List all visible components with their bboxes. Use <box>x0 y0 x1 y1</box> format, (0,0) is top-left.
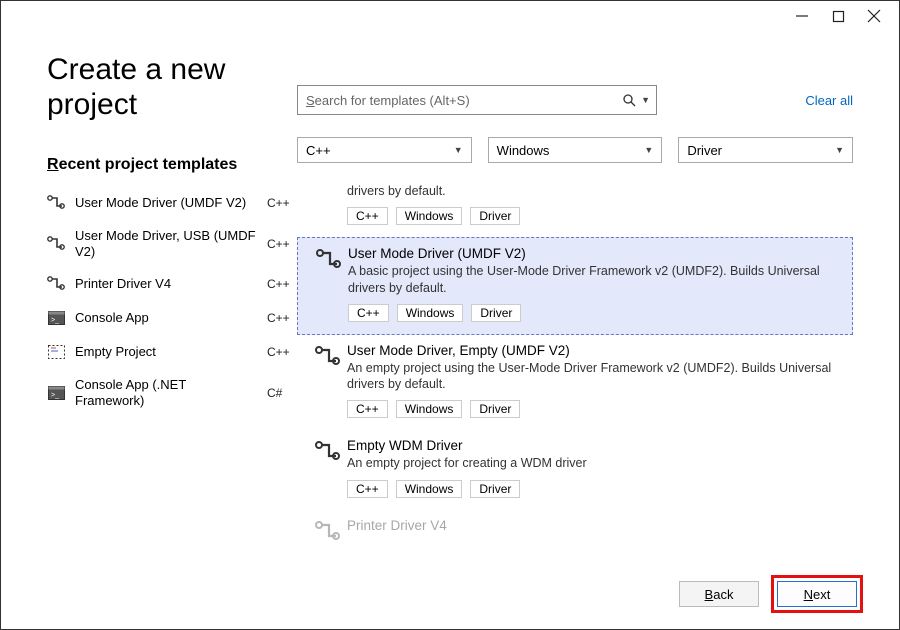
highlight-annotation: Next <box>771 575 863 613</box>
recent-item-label: Console App (.NET Framework) <box>75 377 257 408</box>
language-tag: C++ <box>267 345 297 359</box>
search-icon <box>623 94 637 107</box>
language-filter[interactable]: C++▼ <box>297 137 472 163</box>
chevron-down-icon[interactable]: ▼ <box>641 95 650 105</box>
driver-icon <box>307 438 347 497</box>
chevron-down-icon: ▼ <box>644 145 653 155</box>
template-item[interactable]: Empty WDM Driver An empty project for cre… <box>297 430 853 509</box>
recent-item-label: Empty Project <box>75 344 257 360</box>
back-button[interactable]: Back <box>679 581 759 607</box>
template-tag: Driver <box>470 207 520 225</box>
template-item[interactable]: Printer Driver V4 <box>297 510 853 554</box>
empty-icon <box>47 343 65 361</box>
template-title: Empty WDM Driver <box>347 438 843 453</box>
template-description: An empty project using the User-Mode Dri… <box>347 360 843 393</box>
search-input[interactable]: Search for templates (Alt+S) ▼ <box>297 85 657 115</box>
driver-icon <box>308 246 348 322</box>
svg-text:>_: >_ <box>51 317 59 324</box>
language-tag: C++ <box>267 196 297 210</box>
template-tag: C++ <box>347 480 388 498</box>
template-description: drivers by default. <box>347 183 843 199</box>
platform-filter[interactable]: Windows▼ <box>488 137 663 163</box>
template-tag: C++ <box>347 207 388 225</box>
close-button[interactable] <box>867 9 881 23</box>
console-icon: >_ <box>47 309 65 327</box>
driver-icon <box>307 518 347 542</box>
minimize-button[interactable] <box>795 9 809 23</box>
driver-icon <box>307 343 347 419</box>
recent-item-label: Console App <box>75 310 257 326</box>
next-button[interactable]: Next <box>777 581 857 607</box>
language-tag: C# <box>267 386 297 400</box>
page-title: Create a newproject <box>47 53 297 122</box>
svg-text:>_: >_ <box>51 392 59 399</box>
template-item[interactable]: drivers by default. C++ Windows Driver <box>297 175 853 237</box>
language-tag: C++ <box>267 237 297 251</box>
driver-icon <box>47 235 65 253</box>
template-item[interactable]: User Mode Driver, Empty (UMDF V2) An empt… <box>297 335 853 431</box>
template-tag: C++ <box>347 400 388 418</box>
window-titlebar <box>1 1 899 31</box>
recent-templates-list: User Mode Driver (UMDF V2)C++User Mode D… <box>47 188 297 418</box>
recent-heading: Recent project templates <box>47 156 297 174</box>
template-tag: Driver <box>471 304 521 322</box>
console-icon: >_ <box>47 384 65 402</box>
recent-template-item[interactable]: >_ Console App (.NET Framework) C# <box>47 371 297 418</box>
driver-icon <box>47 275 65 293</box>
recent-template-item[interactable]: User Mode Driver, USB (UMDF V2) C++ <box>47 222 297 269</box>
recent-template-item[interactable]: Printer Driver V4 C++ <box>47 269 297 303</box>
recent-item-label: User Mode Driver (UMDF V2) <box>75 195 257 211</box>
recent-template-item[interactable]: >_ Console App C++ <box>47 303 297 337</box>
chevron-down-icon: ▼ <box>835 145 844 155</box>
template-results-list: drivers by default.C++WindowsDriverUser … <box>297 175 853 559</box>
template-item[interactable]: User Mode Driver (UMDF V2) A basic projec… <box>297 237 853 335</box>
recent-template-item[interactable]: Empty Project C++ <box>47 337 297 371</box>
recent-item-label: User Mode Driver, USB (UMDF V2) <box>75 228 257 259</box>
template-tag: Windows <box>396 400 463 418</box>
template-title: User Mode Driver, Empty (UMDF V2) <box>347 343 843 358</box>
template-tag: Windows <box>396 480 463 498</box>
language-tag: C++ <box>267 277 297 291</box>
maximize-button[interactable] <box>831 9 845 23</box>
clear-all-link[interactable]: Clear all <box>805 93 853 108</box>
recent-template-item[interactable]: User Mode Driver (UMDF V2) C++ <box>47 188 297 222</box>
template-title: Printer Driver V4 <box>347 518 843 533</box>
project-type-filter[interactable]: Driver▼ <box>678 137 853 163</box>
template-tag: Windows <box>397 304 464 322</box>
template-description: A basic project using the User-Mode Driv… <box>348 263 842 296</box>
template-description: An empty project for creating a WDM driv… <box>347 455 843 471</box>
button-bar: Back Next <box>1 559 899 629</box>
template-tag: Windows <box>396 207 463 225</box>
template-tag: Driver <box>470 400 520 418</box>
driver-icon <box>47 194 65 212</box>
recent-item-label: Printer Driver V4 <box>75 276 257 292</box>
template-tag: Driver <box>470 480 520 498</box>
template-tag: C++ <box>348 304 389 322</box>
chevron-down-icon: ▼ <box>454 145 463 155</box>
template-title: User Mode Driver (UMDF V2) <box>348 246 842 261</box>
language-tag: C++ <box>267 311 297 325</box>
